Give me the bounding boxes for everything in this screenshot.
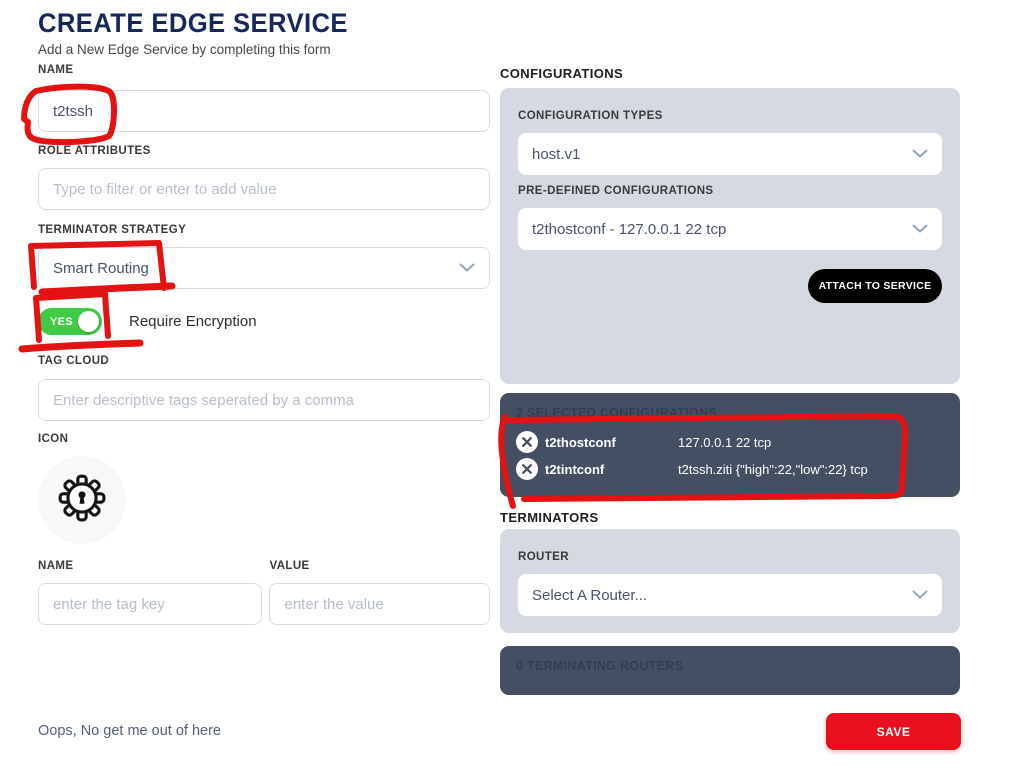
tag-key-label: NAME [38, 560, 262, 573]
configuration-types-value: host.v1 [532, 146, 580, 163]
configurations-panel: CONFIGURATION TYPES host.v1 PRE-DEFINED … [500, 88, 960, 384]
remove-configuration-icon[interactable] [516, 431, 538, 453]
toggle-on-label: YES [50, 316, 73, 328]
service-icon-picker[interactable] [38, 456, 126, 544]
name-label: NAME [38, 64, 490, 77]
configuration-detail: t2tssh.ziti {"high":22,"low":22} tcp [678, 462, 868, 477]
tag-value-input[interactable] [269, 583, 490, 625]
router-select[interactable]: Select A Router... [518, 574, 942, 616]
terminator-strategy-value: Smart Routing [53, 260, 149, 277]
predefined-configurations-value: t2thostconf - 127.0.0.1 22 tcp [532, 221, 726, 238]
configuration-types-label: CONFIGURATION TYPES [518, 110, 942, 123]
page-subtitle: Add a New Edge Service by completing thi… [38, 42, 364, 57]
configuration-detail: 127.0.0.1 22 tcp [678, 435, 771, 450]
form-right-column: CONFIGURATIONS CONFIGURATION TYPES host.… [500, 66, 960, 695]
role-attributes-input[interactable] [38, 168, 490, 210]
attach-to-service-button[interactable]: ATTACH TO SERVICE [808, 269, 942, 303]
chevron-down-icon [459, 263, 475, 273]
toggle-knob-icon [78, 311, 99, 332]
terminator-strategy-label: TERMINATOR STRATEGY [38, 224, 490, 237]
configurations-heading: CONFIGURATIONS [500, 66, 960, 81]
configuration-types-select[interactable]: host.v1 [518, 133, 942, 175]
role-attributes-label: ROLE ATTRIBUTES [38, 145, 490, 158]
predefined-configurations-select[interactable]: t2thostconf - 127.0.0.1 22 tcp [518, 208, 942, 250]
terminators-panel: ROUTER Select A Router... [500, 529, 960, 633]
selected-configuration-row: t2thostconf 127.0.0.1 22 tcp [516, 431, 944, 453]
terminator-strategy-select[interactable]: Smart Routing [38, 247, 490, 289]
require-encryption-label: Require Encryption [129, 313, 257, 330]
router-value: Select A Router... [532, 587, 647, 604]
name-input[interactable] [38, 90, 490, 132]
tag-value-label: VALUE [269, 560, 490, 573]
terminating-routers-panel: 0 TERMINATING ROUTERS [500, 646, 960, 695]
save-button[interactable]: SAVE [826, 713, 961, 750]
tag-cloud-label: TAG CLOUD [38, 355, 490, 368]
selected-configurations-header: 2 SELECTED CONFIGURATIONS [516, 406, 944, 420]
page-header: CREATE EDGE SERVICE Add a New Edge Servi… [38, 8, 364, 57]
gear-lock-icon [57, 473, 107, 528]
form-left-column: NAME ROLE ATTRIBUTES TERMINATOR STRATEGY… [38, 64, 490, 625]
predefined-configurations-label: PRE-DEFINED CONFIGURATIONS [518, 185, 942, 198]
selected-configurations-panel: 2 SELECTED CONFIGURATIONS t2thostconf 12… [500, 393, 960, 497]
tag-cloud-input[interactable] [38, 379, 490, 421]
configuration-name: t2thostconf [545, 435, 678, 450]
cancel-link[interactable]: Oops, No get me out of here [38, 723, 221, 739]
router-label: ROUTER [518, 551, 942, 564]
icon-label: ICON [38, 433, 490, 446]
terminators-heading: TERMINATORS [500, 510, 960, 525]
terminating-routers-header: 0 TERMINATING ROUTERS [516, 659, 944, 673]
require-encryption-toggle[interactable]: YES [38, 308, 102, 335]
chevron-down-icon [912, 149, 928, 159]
configuration-name: t2tintconf [545, 462, 678, 477]
remove-configuration-icon[interactable] [516, 458, 538, 480]
chevron-down-icon [912, 224, 928, 234]
page-title: CREATE EDGE SERVICE [38, 8, 348, 39]
chevron-down-icon [912, 590, 928, 600]
selected-configuration-row: t2tintconf t2tssh.ziti {"high":22,"low":… [516, 458, 944, 480]
tag-key-input[interactable] [38, 583, 262, 625]
